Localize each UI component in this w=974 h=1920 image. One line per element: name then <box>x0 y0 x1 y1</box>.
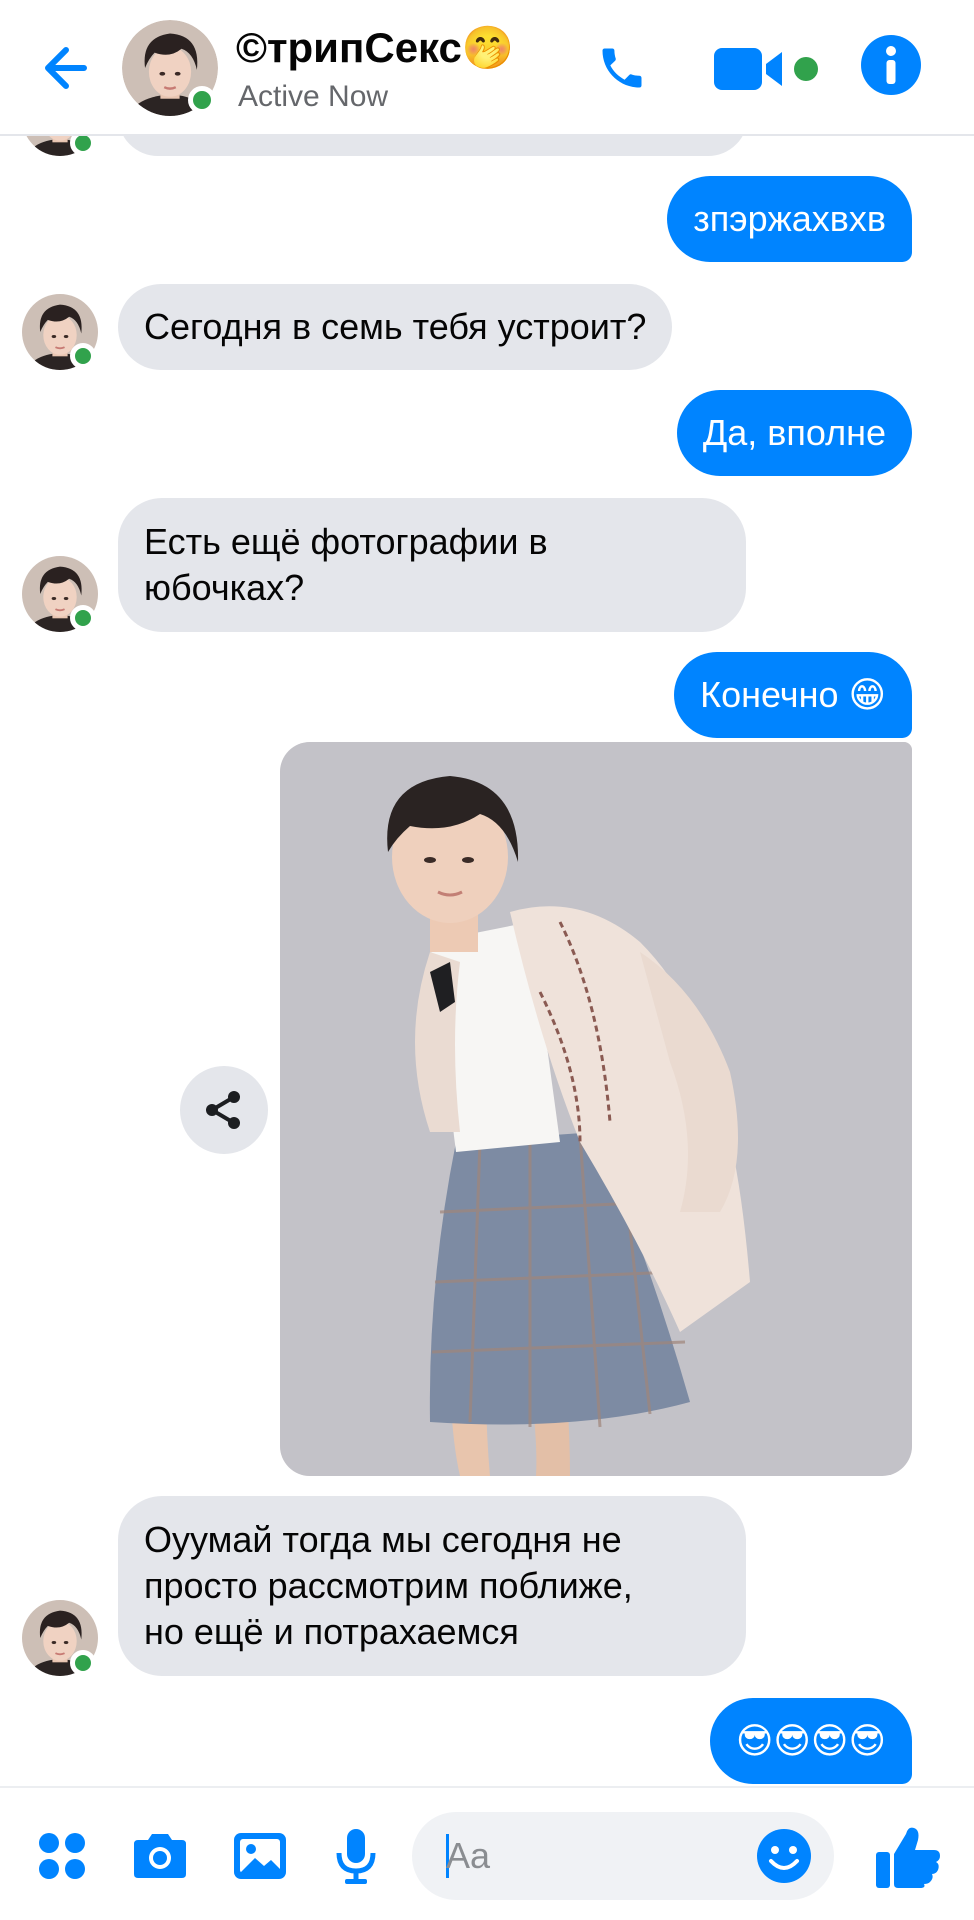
share-icon <box>206 1091 240 1129</box>
conversation-info-button[interactable] <box>856 30 926 100</box>
shared-photo[interactable] <box>280 742 912 1476</box>
thumbs-up-icon <box>876 1827 940 1888</box>
emoji-button[interactable] <box>752 1824 816 1888</box>
more-actions-button[interactable] <box>30 1824 94 1888</box>
arrow-left-icon <box>45 47 87 89</box>
online-indicator <box>70 343 96 369</box>
message-composer <box>0 1786 974 1920</box>
outgoing-message[interactable]: Да, вполне <box>676 390 912 476</box>
voice-call-button[interactable] <box>586 36 658 100</box>
info-icon <box>861 35 921 95</box>
outgoing-message[interactable]: Конечно 😁 <box>674 652 912 738</box>
online-indicator <box>188 86 216 114</box>
video-call-button[interactable] <box>710 34 820 104</box>
active-status: Active Now <box>238 80 389 113</box>
back-button[interactable] <box>30 32 102 104</box>
outgoing-message[interactable]: 😎😎😎😎 <box>709 1698 912 1784</box>
image-icon <box>234 1833 286 1879</box>
gallery-button[interactable] <box>228 1824 292 1888</box>
incoming-message[interactable]: Сегодня в семь тебя устроит? <box>118 284 673 370</box>
camera-button[interactable] <box>128 1824 192 1888</box>
camera-icon <box>134 1834 186 1878</box>
outgoing-message[interactable]: зпэржахвхв <box>667 176 912 262</box>
incoming-message[interactable]: Есть ещё фотографии в юбочках? <box>118 498 746 632</box>
phone-icon <box>602 48 642 88</box>
contact-name[interactable]: ©трипСекс🤭 <box>236 24 514 73</box>
chat-header: ©трипСекс🤭 Active Now <box>0 0 974 136</box>
video-camera-icon <box>714 48 818 90</box>
smiley-icon <box>757 1829 811 1883</box>
online-indicator <box>70 1650 96 1676</box>
voice-message-button[interactable] <box>324 1824 388 1888</box>
microphone-icon <box>336 1829 376 1884</box>
share-button[interactable] <box>180 1066 268 1154</box>
online-indicator <box>70 605 96 631</box>
like-button[interactable] <box>870 1818 946 1894</box>
message-input-box[interactable] <box>412 1812 834 1900</box>
message-input[interactable] <box>446 1826 746 1886</box>
four-dots-icon <box>39 1833 85 1879</box>
incoming-message[interactable]: Оуумай тогда мы сегодня не просто рассмо… <box>118 1496 746 1676</box>
